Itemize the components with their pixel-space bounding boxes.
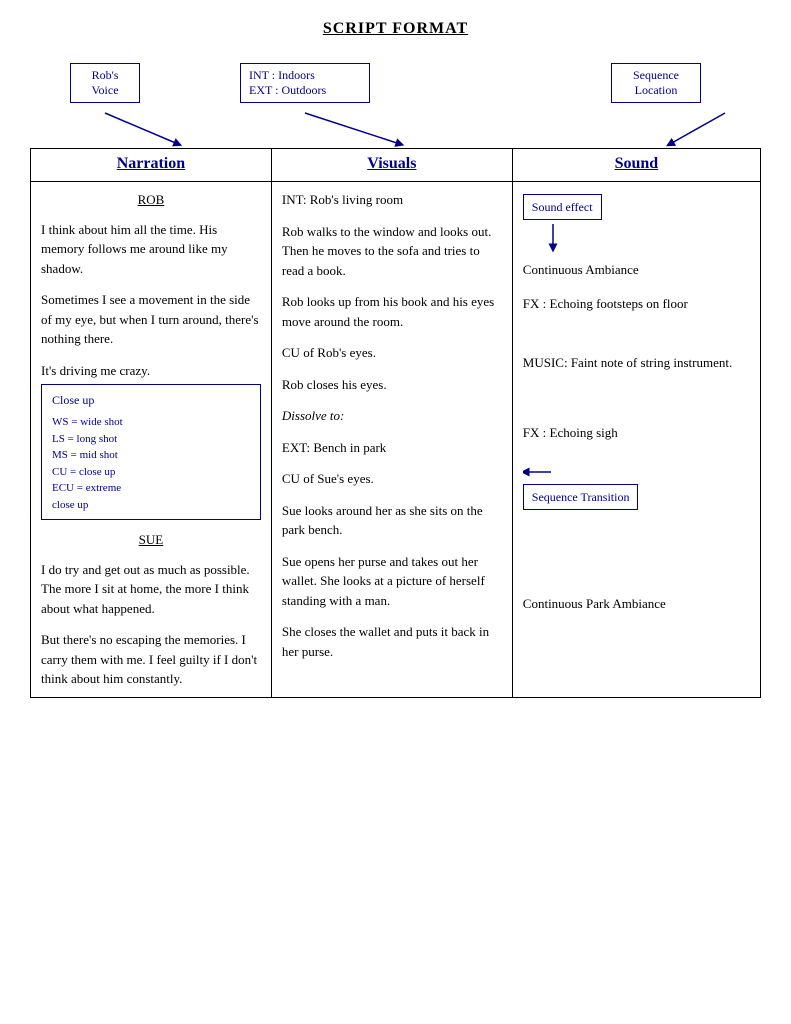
sequence-location-box: Sequence Location xyxy=(611,63,701,103)
sound-s2: FX : Echoing footsteps on floor xyxy=(523,294,750,314)
sound-cell: Sound effect Continuous Ambi xyxy=(512,182,760,698)
main-content-row: ROB I think about him all the time. His … xyxy=(31,182,761,698)
sound-effect-area: Sound effect xyxy=(523,190,750,254)
narration-p5: But there's no escaping the memories. I … xyxy=(41,630,261,689)
page-title-section: Script Format xyxy=(30,20,761,38)
speaker-sue: SUE xyxy=(41,530,261,550)
int-ext-box: INT : Indoors EXT : Outdoors xyxy=(240,63,370,103)
visual-v2: Rob walks to the window and looks out. T… xyxy=(282,222,502,281)
visual-v10: Sue opens her purse and takes out her wa… xyxy=(282,552,502,611)
sound-effect-box: Sound effect xyxy=(523,194,602,220)
visual-v1: INT: Rob's living room xyxy=(282,190,502,210)
sound-s1: Continuous Ambiance xyxy=(523,260,750,280)
narration-p3: It's driving me crazy. xyxy=(41,361,261,381)
narration-p4: I do try and get out as much as possible… xyxy=(41,560,261,619)
visual-v7: EXT: Bench in park xyxy=(282,438,502,458)
seq-transition-area: Sequence Transition xyxy=(523,462,750,514)
sound-effect-arrow xyxy=(533,224,593,254)
sequence-transition-box: Sequence Transition xyxy=(523,484,639,510)
visual-v9: Sue looks around her as she sits on the … xyxy=(282,501,502,540)
top-annotations: Rob's Voice INT : Indoors EXT : Outdoors… xyxy=(30,58,761,148)
speaker-rob: ROB xyxy=(41,190,261,210)
visual-v6: Dissolve to: xyxy=(282,406,502,426)
visuals-cell: INT: Rob's living room Rob walks to the … xyxy=(271,182,512,698)
header-narration: Narration xyxy=(31,149,272,182)
visual-v4: CU of Rob's eyes. xyxy=(282,343,502,363)
robs-voice-box: Rob's Voice xyxy=(70,63,140,103)
sound-s3: MUSIC: Faint note of string instrument. xyxy=(523,353,750,373)
visual-v5: Rob closes his eyes. xyxy=(282,375,502,395)
header-sound: Sound xyxy=(512,149,760,182)
closeup-annotation-area: Close up WS = wide shot LS = long shot M… xyxy=(41,384,261,520)
script-table: Narration Visuals Sound ROB I think abou… xyxy=(30,148,761,698)
narration-p1: I think about him all the time. His memo… xyxy=(41,220,261,279)
sound-s5: Continuous Park Ambiance xyxy=(523,594,750,614)
seq-transition-arrow-in xyxy=(523,462,553,482)
closeup-details: WS = wide shot LS = long shot MS = mid s… xyxy=(52,414,250,513)
visual-v8: CU of Sue's eyes. xyxy=(282,469,502,489)
page-title: Script Format xyxy=(30,20,761,38)
header-visuals: Visuals xyxy=(271,149,512,182)
narration-cell: ROB I think about him all the time. His … xyxy=(31,182,272,698)
sound-s4: FX : Echoing sigh xyxy=(523,423,750,443)
visual-v3: Rob looks up from his book and his eyes … xyxy=(282,292,502,331)
visual-v11: She closes the wallet and puts it back i… xyxy=(282,622,502,661)
closeup-label: Close up xyxy=(52,391,250,410)
closeup-main-box: Close up WS = wide shot LS = long shot M… xyxy=(41,384,261,520)
narration-p2: Sometimes I see a movement in the side o… xyxy=(41,290,261,349)
